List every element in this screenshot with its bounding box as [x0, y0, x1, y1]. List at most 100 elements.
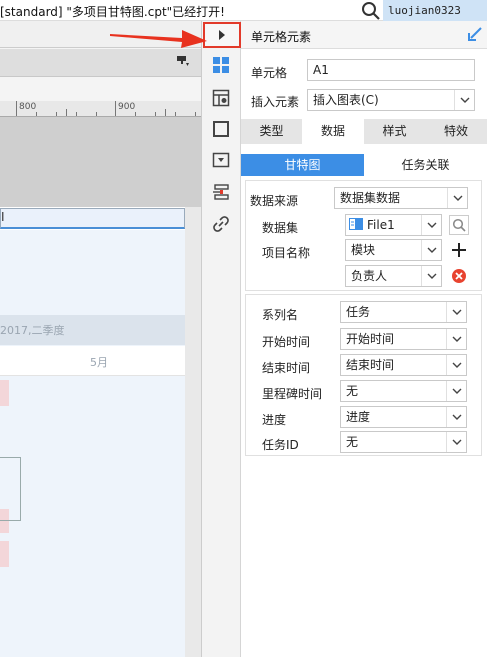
field-value: 无 [346, 435, 359, 449]
start-time-select[interactable]: 开始时间 [340, 328, 467, 350]
gantt-bar [0, 380, 9, 406]
tab-task-relation[interactable]: 任务关联 [364, 154, 487, 176]
quarter-label: 2017,二季度 [0, 324, 65, 337]
selected-cell[interactable] [0, 208, 185, 229]
field-label: 任务ID [262, 438, 299, 452]
field-value: 开始时间 [346, 332, 395, 346]
border-icon[interactable] [211, 119, 231, 139]
chevron-down-icon [454, 90, 474, 110]
dataset-select[interactable]: File1 [345, 214, 442, 236]
dock-arrow-icon[interactable] [466, 25, 484, 43]
project-name-value-2: 负责人 [351, 269, 388, 283]
data-source-label: 数据来源 [250, 194, 299, 208]
chevron-down-icon [446, 432, 466, 452]
remove-field-button[interactable] [449, 266, 469, 286]
insert-element-select[interactable]: 插入图表(C) [307, 89, 475, 111]
search-icon[interactable] [361, 1, 381, 21]
dataset-search-button[interactable] [449, 215, 469, 235]
chevron-down-icon [447, 188, 467, 208]
search-icon [452, 218, 466, 232]
dataset-icon [349, 216, 363, 236]
chevron-down-icon [421, 215, 441, 235]
ruler-tick [115, 101, 116, 116]
cell-label: 单元格 [251, 66, 288, 80]
project-name-label: 项目名称 [262, 246, 311, 260]
field-value: 无 [346, 384, 359, 398]
ruler-tick [56, 112, 57, 116]
chevron-down-icon [446, 302, 466, 322]
ruler-tick [16, 101, 17, 116]
field-value: 进度 [346, 410, 371, 424]
hyperlink-icon[interactable] [211, 214, 231, 234]
data-source-select[interactable]: 数据集数据 [334, 187, 468, 209]
milestone-time-select[interactable]: 无 [340, 380, 467, 402]
insert-element-value: 插入图表(C) [313, 93, 379, 107]
ruler-tick [66, 109, 67, 116]
vertical-scrollbar[interactable] [185, 207, 201, 657]
widget-icon[interactable] [211, 150, 231, 170]
add-field-button[interactable] [449, 240, 469, 260]
tab-type[interactable]: 类型 [241, 119, 302, 144]
chart-preview[interactable] [0, 230, 185, 657]
dataset-value: File1 [367, 218, 395, 232]
chevron-down-icon [421, 266, 441, 286]
property-icon-bar [201, 21, 241, 657]
field-value: 任务 [346, 305, 371, 319]
chevron-down-icon [446, 329, 466, 349]
ruler-tick [76, 112, 77, 116]
ruler-tick [96, 112, 97, 116]
field-label: 系列名 [262, 308, 299, 322]
collapse-panel-button[interactable] [203, 22, 241, 48]
ruler-tick [36, 112, 37, 116]
ruler-tick [165, 109, 166, 116]
canvas-margin [0, 117, 201, 207]
tab-gantt[interactable]: 甘特图 [241, 154, 364, 176]
month-label: 5月 [90, 356, 108, 369]
format-toolbar [0, 49, 201, 77]
field-label: 结束时间 [262, 361, 311, 375]
task-link-line [0, 457, 21, 521]
tab-effects[interactable]: 特效 [425, 119, 487, 144]
chevron-down-icon [446, 407, 466, 427]
format-painter-icon[interactable] [176, 55, 190, 69]
insert-element-label: 插入元素 [251, 95, 300, 109]
chevron-down-icon [446, 355, 466, 375]
dataset-label: 数据集 [262, 221, 299, 235]
project-name-select[interactable]: 模块 [345, 239, 442, 261]
chevron-down-icon [446, 381, 466, 401]
tab-data[interactable]: 数据 [302, 119, 364, 144]
cell-attribute-icon[interactable] [211, 88, 231, 108]
ruler-tick [135, 112, 136, 116]
annotation-arrow-icon [110, 24, 208, 50]
ruler-label: 800 [19, 102, 37, 112]
ruler-tick [195, 112, 196, 116]
field-label: 里程碑时间 [262, 387, 323, 401]
field-label: 进度 [262, 413, 287, 427]
series-name-select[interactable]: 任务 [340, 301, 467, 323]
end-time-select[interactable]: 结束时间 [340, 354, 467, 376]
field-label: 开始时间 [262, 335, 311, 349]
gantt-bar [0, 541, 9, 567]
chevron-down-icon [421, 240, 441, 260]
play-arrow-icon [219, 30, 225, 40]
panel-title: 单元格元素 [251, 30, 312, 44]
close-circle-icon [452, 269, 466, 283]
ruler-tick [155, 112, 156, 116]
user-account[interactable]: luojian0323 [383, 0, 487, 21]
horizontal-ruler: 800 900 [0, 101, 201, 117]
window-title: [standard] "多项目甘特图.cpt"已经打开! [0, 5, 225, 19]
plus-icon [452, 243, 466, 257]
cell-input[interactable]: A1 [307, 59, 475, 81]
ruler-tick [175, 112, 176, 116]
ruler-label: 900 [118, 102, 136, 112]
cell-marker: I [1, 210, 5, 224]
condition-icon[interactable] [211, 182, 231, 202]
project-name-select-2[interactable]: 负责人 [345, 265, 442, 287]
field-value: 结束时间 [346, 358, 395, 372]
task-id-select[interactable]: 无 [340, 431, 467, 453]
data-source-value: 数据集数据 [340, 191, 401, 205]
project-name-value: 模块 [351, 243, 376, 257]
cell-element-icon[interactable] [211, 55, 231, 75]
tab-style[interactable]: 样式 [364, 119, 425, 144]
progress-select[interactable]: 进度 [340, 406, 467, 428]
